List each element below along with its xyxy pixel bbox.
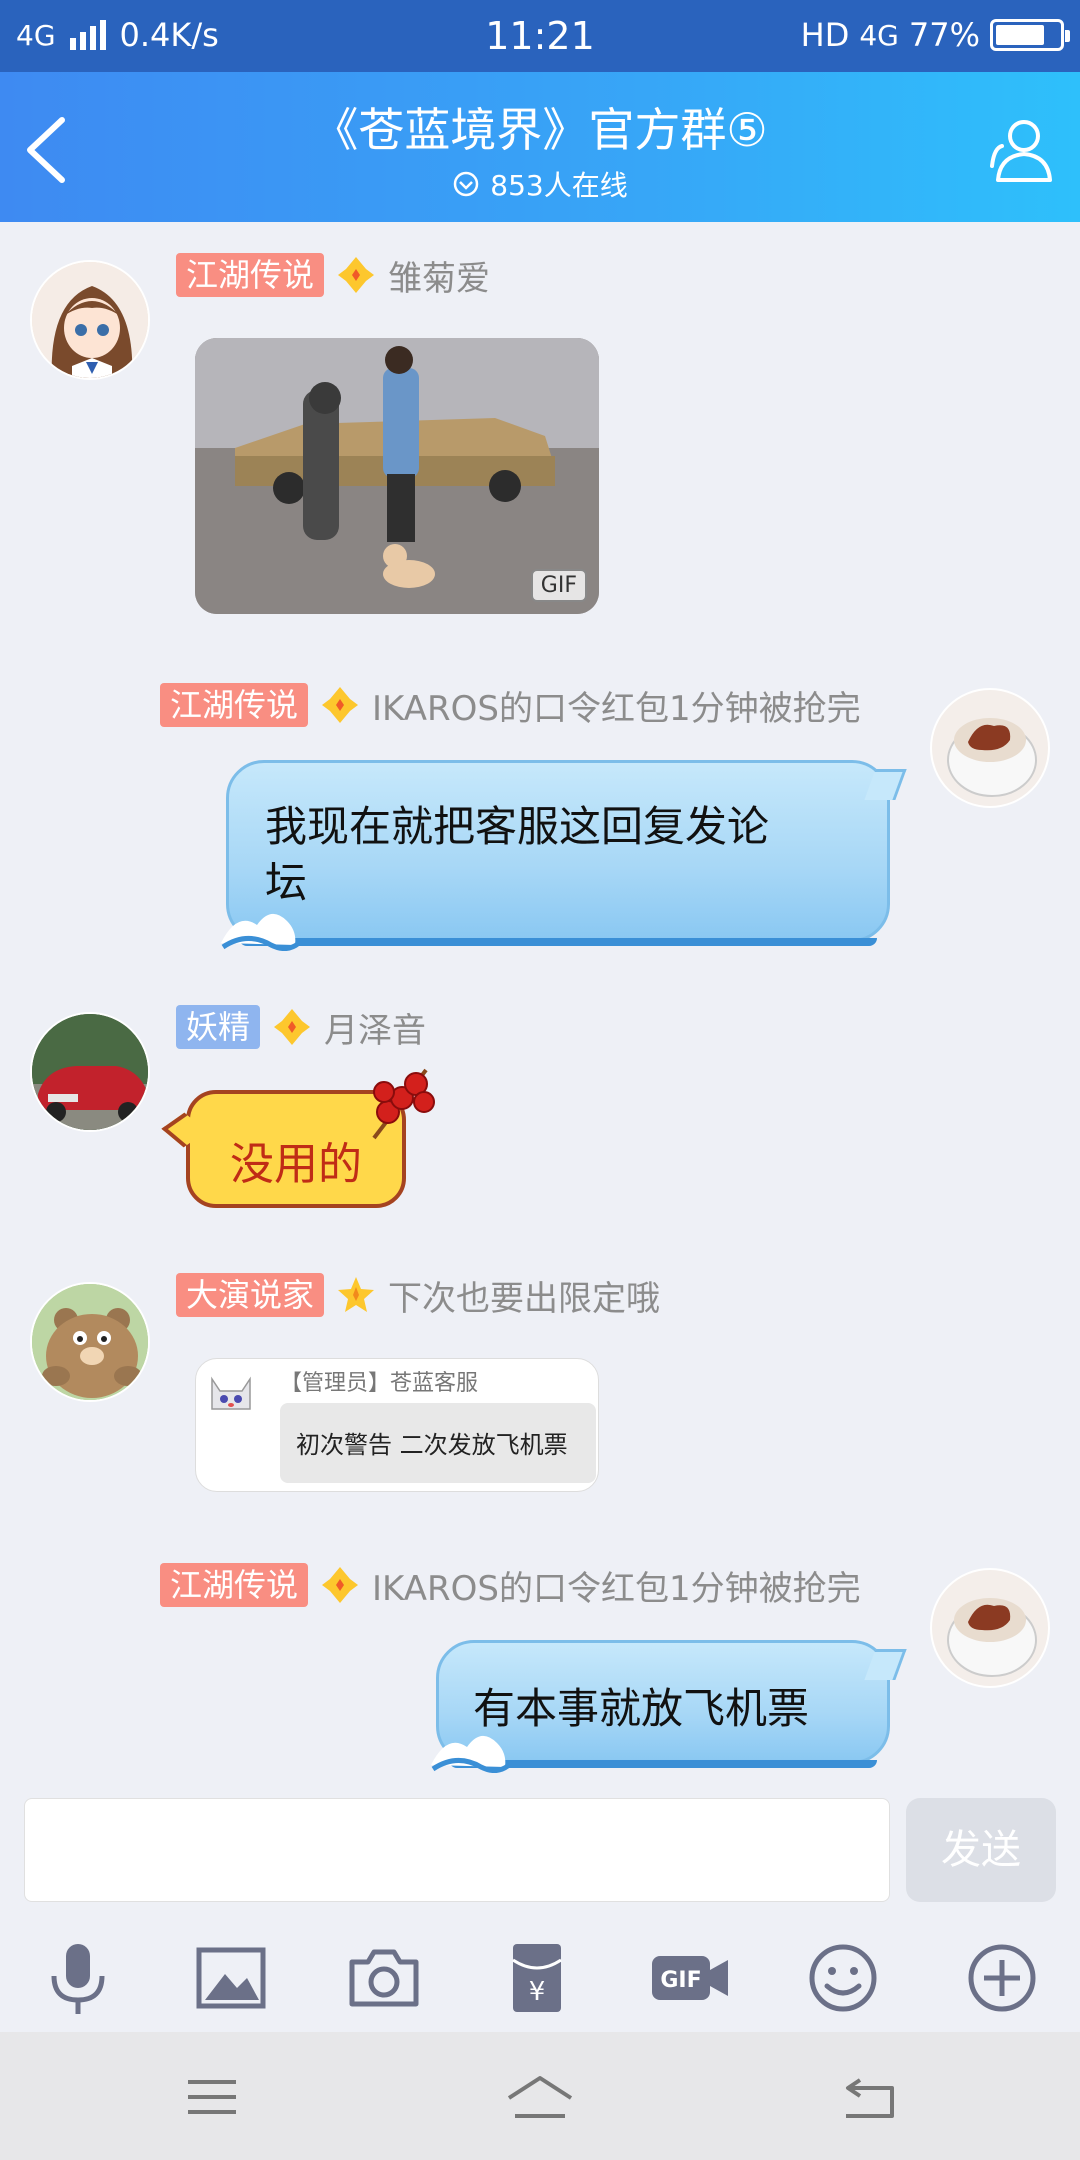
battery-icon xyxy=(990,19,1070,51)
send-button[interactable]: 发送 xyxy=(906,1798,1056,1902)
member-title-tag: 江湖传说 xyxy=(176,253,325,297)
sender-name[interactable]: IKAROS的口令红包1分钟被抢完 xyxy=(372,681,861,730)
sender-meta: 江湖传说 IKAROS的口令红包1分钟被抢完 xyxy=(160,1561,861,1610)
gif-message[interactable]: GIF xyxy=(195,338,599,614)
plus-icon[interactable] xyxy=(962,1938,1042,2018)
home-icon[interactable] xyxy=(505,2072,575,2122)
message-bubble[interactable]: 我现在就把客服这回复发论 坛 xyxy=(221,760,890,951)
chat-header: 《苍蓝境界》官方群⑤ 853人在线 xyxy=(0,72,1080,222)
member-title-tag: 妖精 xyxy=(176,1005,261,1049)
back-icon[interactable] xyxy=(840,2072,900,2122)
level-star-icon xyxy=(338,1277,375,1312)
hd-indicator: HD xyxy=(800,16,850,54)
message-text: 有本事就放飞机票 xyxy=(473,1684,810,1733)
group-title[interactable]: 《苍蓝境界》官方群⑤ xyxy=(0,94,1080,160)
screenshot-message[interactable]: 【管理员】苍蓝客服 初次警告 二次发放飞机票 xyxy=(195,1358,599,1492)
gif-icon[interactable]: GIF xyxy=(650,1938,730,2018)
chevron-circle-icon xyxy=(454,171,479,197)
message-input[interactable] xyxy=(24,1798,890,1902)
avatar[interactable] xyxy=(930,688,1050,808)
anime-girl-avatar-image xyxy=(32,262,148,378)
input-bar: 发送 xyxy=(0,1780,1080,1902)
member-title-tag: 江湖传说 xyxy=(160,1563,309,1607)
online-count-text: 853人在线 xyxy=(490,169,628,202)
sender-name[interactable]: 下次也要出限定哦 xyxy=(388,1271,660,1320)
wave-decoration-icon xyxy=(431,1735,511,1773)
sender-meta: 江湖传说 雏菊爱 xyxy=(176,251,490,300)
cat-avatar-icon xyxy=(202,1365,260,1423)
bubble-underline xyxy=(239,938,877,946)
emoji-icon[interactable] xyxy=(803,1938,883,2018)
svg-text:GIF: GIF xyxy=(660,1968,701,1993)
message-text: 没用的 xyxy=(230,1139,362,1190)
red-car-avatar-image xyxy=(32,1014,148,1130)
battery-percent: 77% xyxy=(908,16,980,54)
red-packet-icon[interactable]: ¥ xyxy=(497,1938,577,2018)
level-diamond-icon xyxy=(338,257,375,293)
level-diamond-icon xyxy=(322,687,359,723)
wave-decoration-icon xyxy=(221,913,301,951)
message-text-line: 我现在就把客服这回复发论 xyxy=(265,802,770,851)
coffee-avatar-image xyxy=(932,690,1048,806)
microphone-icon[interactable] xyxy=(38,1938,118,2018)
svg-text:¥: ¥ xyxy=(529,1977,546,2007)
system-nav-bar xyxy=(0,2032,1080,2160)
bubble-underline xyxy=(449,1760,877,1768)
avatar[interactable] xyxy=(30,1012,150,1132)
quoted-message: 初次警告 二次发放飞机票 xyxy=(280,1403,596,1483)
online-count[interactable]: 853人在线 xyxy=(0,164,1080,204)
message-text-line: 坛 xyxy=(265,858,308,907)
member-title-tag: 江湖传说 xyxy=(160,683,309,727)
sender-name[interactable]: 月泽音 xyxy=(324,1003,426,1052)
sender-name[interactable]: IKAROS的口令红包1分钟被抢完 xyxy=(372,1561,861,1610)
sender-meta: 江湖传说 IKAROS的口令红包1分钟被抢完 xyxy=(160,681,861,730)
status-bar: 4G 0.4K/s 11:21 HD 4G 77% xyxy=(0,0,1080,72)
member-title-tag: 大演说家 xyxy=(176,1273,325,1317)
sender-meta: 妖精 月泽音 xyxy=(176,1003,426,1052)
camera-icon[interactable] xyxy=(344,1938,424,2018)
candied-haws-icon xyxy=(372,1068,435,1140)
avatar[interactable] xyxy=(930,1568,1050,1688)
bear-avatar-image xyxy=(32,1284,148,1400)
level-diamond-icon xyxy=(274,1009,311,1045)
sender-meta: 大演说家 下次也要出限定哦 xyxy=(176,1271,660,1320)
message-list[interactable]: 江湖传说 雏菊爱 GIF 江湖传说 IKAROS的口令红包1分钟被抢完 我现在就… xyxy=(0,222,1080,1792)
group-members-icon[interactable] xyxy=(980,110,1060,190)
network-type-right: 4G xyxy=(859,18,899,52)
avatar[interactable] xyxy=(30,1282,150,1402)
menu-icon[interactable] xyxy=(182,2072,242,2122)
coffee-avatar-image xyxy=(932,1570,1048,1686)
quoted-sender-name: 【管理员】苍蓝客服 xyxy=(280,1371,479,1396)
level-diamond-icon xyxy=(322,1567,359,1603)
image-icon[interactable] xyxy=(191,1938,271,2018)
status-right: HD 4G 77% xyxy=(800,16,1070,54)
gif-badge: GIF xyxy=(530,569,587,602)
sender-name[interactable]: 雏菊爱 xyxy=(388,251,490,300)
avatar[interactable] xyxy=(30,260,150,380)
message-bubble[interactable]: 有本事就放飞机票 xyxy=(431,1640,890,1773)
input-toolbar: ¥ GIF xyxy=(0,1920,1080,2030)
